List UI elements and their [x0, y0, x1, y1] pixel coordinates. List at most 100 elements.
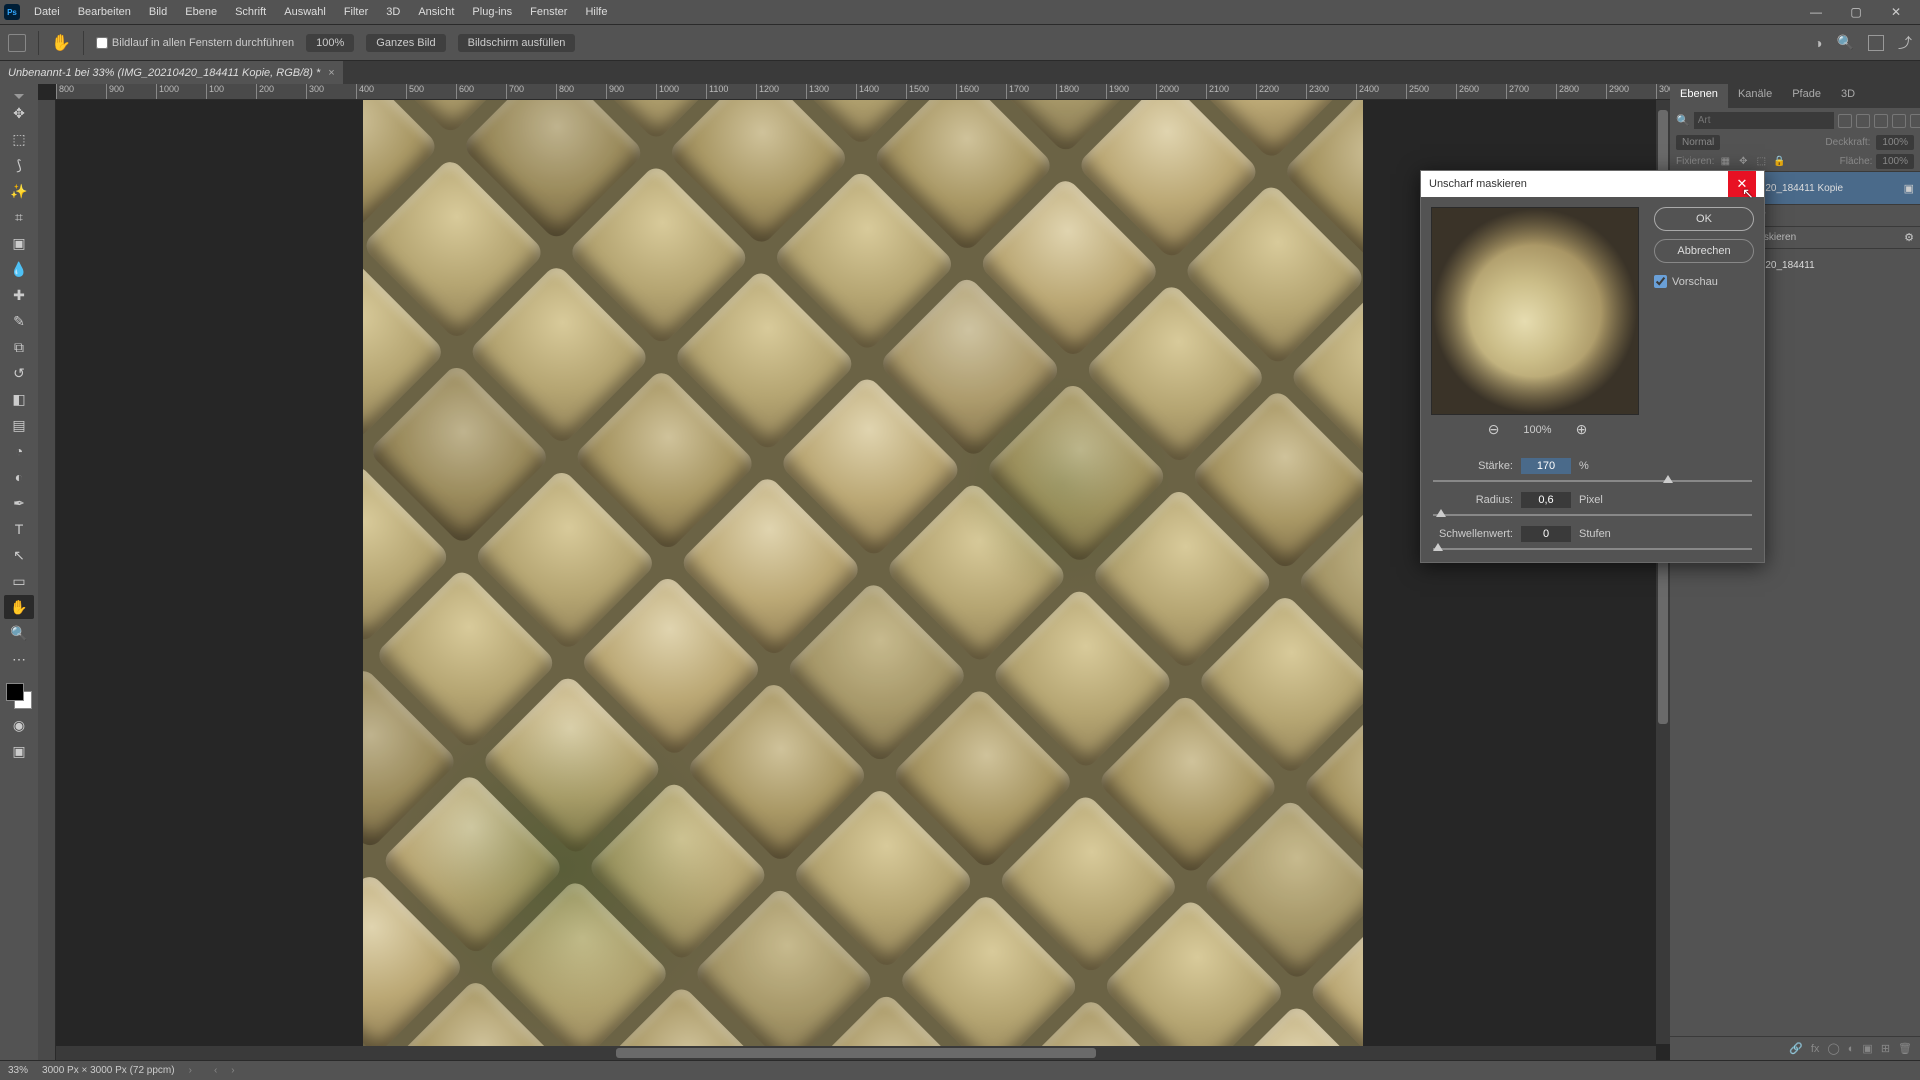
radius-slider[interactable]	[1433, 514, 1752, 516]
filter-smart-icon[interactable]	[1910, 114, 1920, 128]
scrollbar-horizontal[interactable]	[56, 1046, 1656, 1060]
window-close-icon[interactable]: ✕	[1876, 0, 1916, 24]
screen-mode-icon[interactable]: ▣	[4, 739, 34, 763]
filter-pixel-icon[interactable]	[1838, 114, 1852, 128]
frame-tool-icon[interactable]: ▣	[4, 231, 34, 255]
strength-input[interactable]	[1521, 458, 1571, 474]
slider-thumb[interactable]	[1436, 509, 1446, 517]
scroll-all-windows-checkbox[interactable]: Bildlauf in allen Fenstern durchführen	[96, 37, 294, 49]
cloud-docs-icon[interactable]: ◑	[1814, 35, 1822, 51]
menu-edit[interactable]: Bearbeiten	[70, 3, 139, 21]
ok-button[interactable]: OK	[1654, 207, 1754, 231]
threshold-input[interactable]	[1521, 526, 1571, 542]
fill-screen-button[interactable]: Bildschirm ausfüllen	[458, 34, 576, 52]
menu-view[interactable]: Ansicht	[410, 3, 462, 21]
tab-close-icon[interactable]: ×	[328, 67, 334, 79]
scroll-all-checkbox-input[interactable]	[96, 37, 108, 49]
window-minimize-icon[interactable]: —	[1796, 0, 1836, 24]
scrollbar-thumb[interactable]	[616, 1048, 1096, 1058]
edit-toolbar-icon[interactable]: ⋯	[4, 647, 34, 671]
preview-checkbox-input[interactable]	[1654, 275, 1667, 288]
adjustment-layer-icon[interactable]: ◐	[1848, 1043, 1855, 1055]
workspace-switcher-icon[interactable]	[1868, 35, 1884, 51]
history-brush-tool-icon[interactable]: ↺	[4, 361, 34, 385]
foreground-color-swatch[interactable]	[6, 683, 24, 701]
tab-channels[interactable]: Kanäle	[1728, 84, 1782, 108]
hand-tool-icon[interactable]: ✋	[4, 595, 34, 619]
nav-left-icon[interactable]: ‹	[214, 1065, 217, 1076]
slider-thumb[interactable]	[1663, 475, 1673, 483]
layer-filter-input[interactable]	[1694, 112, 1834, 129]
menu-image[interactable]: Bild	[141, 3, 175, 21]
color-swatches[interactable]	[4, 681, 34, 711]
fill-value[interactable]: 100%	[1876, 154, 1914, 169]
home-icon[interactable]	[8, 34, 26, 52]
lock-all-icon[interactable]: 🔒	[1772, 155, 1786, 169]
zoom-tool-icon[interactable]: 🔍	[4, 621, 34, 645]
crop-tool-icon[interactable]: ⌗	[4, 205, 34, 229]
fit-screen-button[interactable]: Ganzes Bild	[366, 34, 445, 52]
move-tool-icon[interactable]: ✥	[4, 101, 34, 125]
canvas-image[interactable]	[363, 100, 1363, 1060]
pen-tool-icon[interactable]: ✒	[4, 491, 34, 515]
radius-input[interactable]	[1521, 492, 1571, 508]
gradient-tool-icon[interactable]: ▤	[4, 413, 34, 437]
magic-wand-tool-icon[interactable]: ✨	[4, 179, 34, 203]
menu-select[interactable]: Auswahl	[276, 3, 334, 21]
toolbox-collapse-icon[interactable]	[14, 94, 24, 99]
menu-file[interactable]: Datei	[26, 3, 68, 21]
path-select-tool-icon[interactable]: ↖	[4, 543, 34, 567]
lock-position-icon[interactable]: ✥	[1736, 155, 1750, 169]
quick-mask-icon[interactable]: ◉	[4, 713, 34, 737]
dialog-preview-image[interactable]	[1431, 207, 1639, 415]
zoom-100-button[interactable]: 100%	[306, 34, 354, 52]
window-maximize-icon[interactable]: ▢	[1836, 0, 1876, 24]
zoom-level[interactable]: 33%	[8, 1065, 28, 1076]
filter-shape-icon[interactable]	[1892, 114, 1906, 128]
info-flyout-icon[interactable]: ›	[189, 1065, 192, 1076]
filter-settings-icon[interactable]: ⚙	[1904, 231, 1914, 244]
layer-mask-icon[interactable]: ◯	[1827, 1042, 1839, 1055]
share-icon[interactable]: ⤴	[1898, 33, 1912, 53]
dodge-tool-icon[interactable]: ◐	[4, 465, 34, 489]
lasso-tool-icon[interactable]: ⟆	[4, 153, 34, 177]
menu-type[interactable]: Schrift	[227, 3, 274, 21]
menu-filter[interactable]: Filter	[336, 3, 376, 21]
dialog-titlebar[interactable]: Unscharf maskieren ✕	[1421, 171, 1764, 197]
healing-brush-tool-icon[interactable]: ✚	[4, 283, 34, 307]
filter-adjustment-icon[interactable]	[1856, 114, 1870, 128]
delete-layer-icon[interactable]: 🗑	[1898, 1042, 1912, 1055]
brush-tool-icon[interactable]: ✎	[4, 309, 34, 333]
link-layers-icon[interactable]: 🔗	[1789, 1042, 1803, 1055]
tab-3d[interactable]: 3D	[1831, 84, 1865, 108]
strength-slider[interactable]	[1433, 480, 1752, 482]
dialog-close-button[interactable]: ✕	[1728, 171, 1756, 197]
document-tab[interactable]: Unbenannt-1 bei 33% (IMG_20210420_184411…	[0, 61, 343, 85]
opacity-value[interactable]: 100%	[1876, 135, 1914, 150]
blur-tool-icon[interactable]: ◔	[4, 439, 34, 463]
group-icon[interactable]: ▣	[1862, 1042, 1872, 1055]
preview-checkbox[interactable]: Vorschau	[1654, 275, 1754, 288]
menu-3d[interactable]: 3D	[378, 3, 408, 21]
menu-plugins[interactable]: Plug-ins	[464, 3, 520, 21]
eyedropper-tool-icon[interactable]: 💧	[4, 257, 34, 281]
clone-stamp-tool-icon[interactable]: ⧉	[4, 335, 34, 359]
lock-artboard-icon[interactable]: ⬚	[1754, 155, 1768, 169]
menu-layer[interactable]: Ebene	[177, 3, 225, 21]
ruler-horizontal[interactable]: 8009001000100200300400500600700800900100…	[56, 84, 1670, 100]
new-layer-icon[interactable]: ⊞	[1881, 1042, 1890, 1055]
lock-pixels-icon[interactable]: ▦	[1718, 155, 1732, 169]
ruler-vertical[interactable]	[38, 100, 56, 1060]
menu-window[interactable]: Fenster	[522, 3, 575, 21]
hand-tool-icon[interactable]: ✋	[51, 33, 71, 53]
tab-layers[interactable]: Ebenen	[1670, 84, 1728, 108]
marquee-tool-icon[interactable]: ⬚	[4, 127, 34, 151]
layer-style-icon[interactable]: fx	[1811, 1043, 1820, 1055]
menu-help[interactable]: Hilfe	[577, 3, 615, 21]
rectangle-tool-icon[interactable]: ▭	[4, 569, 34, 593]
document-info[interactable]: 3000 Px × 3000 Px (72 ppcm)	[42, 1065, 175, 1076]
filter-type-icon[interactable]	[1874, 114, 1888, 128]
slider-thumb[interactable]	[1433, 543, 1443, 551]
type-tool-icon[interactable]: T	[4, 517, 34, 541]
zoom-out-icon[interactable]: ⊖	[1488, 421, 1500, 438]
